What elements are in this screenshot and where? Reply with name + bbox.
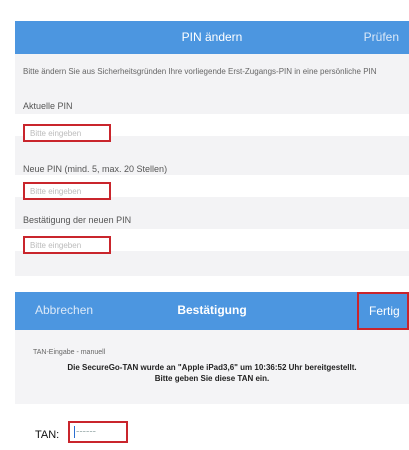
tan-message: Die SecureGo-TAN wurde an "Apple iPad3,6… (15, 362, 409, 384)
tan-message-line-1: Die SecureGo-TAN wurde an "Apple iPad3,6… (67, 363, 357, 372)
text-cursor (74, 426, 75, 438)
tan-input[interactable]: ------ (68, 421, 128, 443)
confirm-pin-input[interactable]: Bitte eingeben (23, 236, 111, 254)
tan-mode-label: TAN-Eingabe - manuell (33, 349, 106, 356)
tan-message-line-2: Bitte geben Sie diese TAN ein. (154, 374, 270, 383)
pin-change-nav-bar: PIN ändern Prüfen (15, 21, 409, 54)
current-pin-input[interactable]: Bitte eingeben (23, 124, 111, 142)
tan-label: TAN: (35, 429, 60, 441)
done-button[interactable]: Fertig (357, 292, 409, 330)
confirm-pin-label: Bestätigung der neuen PIN (23, 215, 132, 225)
new-pin-input[interactable]: Bitte eingeben (23, 182, 111, 200)
new-pin-label: Neue PIN (mind. 5, max. 20 Stellen) (23, 164, 168, 174)
check-button[interactable]: Prüfen (364, 30, 399, 44)
confirmation-title: Bestätigung (177, 303, 247, 317)
tan-input-value: ------ (76, 426, 96, 438)
tan-row: TAN: ------ (15, 404, 409, 450)
intro-text: Bitte ändern Sie aus Sicherheitsgründen … (23, 67, 377, 76)
confirmation-nav-bar: Abbrechen Bestätigung Fertig (15, 292, 409, 330)
pin-change-title: PIN ändern (181, 30, 243, 44)
current-pin-label: Aktuelle PIN (23, 101, 73, 111)
